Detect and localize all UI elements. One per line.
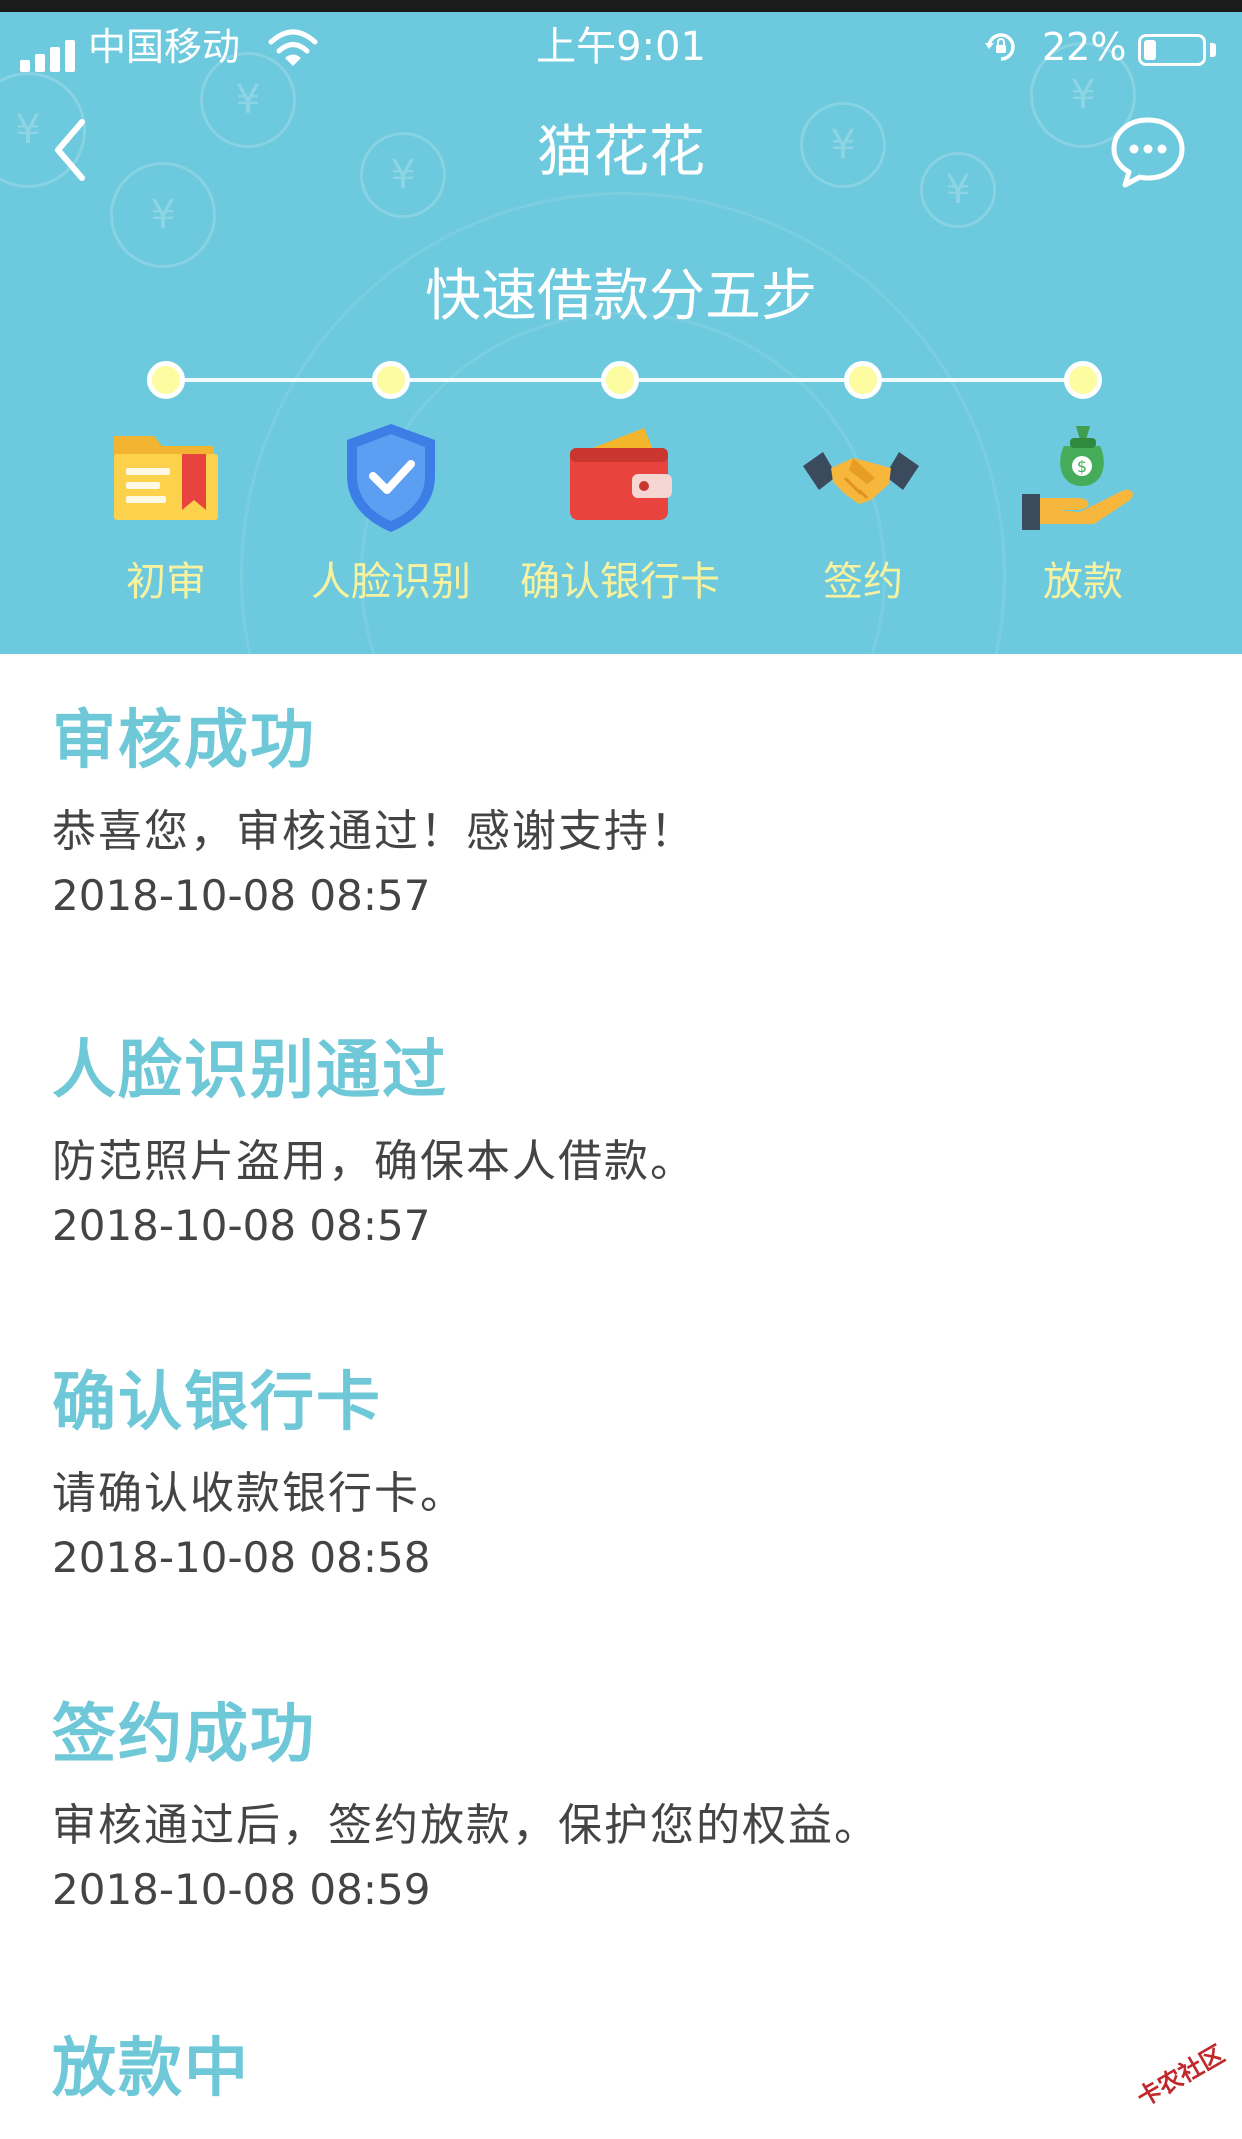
step-label: 签约 — [823, 559, 903, 605]
timeline-item-desc: 防范照片盗用，确保本人借款。 — [52, 1136, 696, 1187]
timeline-item: 审核成功 恭喜您，审核通过！感谢支持！ 2018-10-08 08:57 — [52, 698, 1202, 924]
step-dot-4 — [844, 361, 882, 399]
status-bar: 中国移动 上午9:01 22% — [0, 12, 1242, 82]
page-title: 猫花花 — [537, 120, 705, 185]
step-label: 初审 — [126, 559, 206, 605]
shield-check-icon — [347, 424, 435, 532]
timeline-item-title: 确认银行卡 — [52, 1366, 382, 1440]
step-label: 人脸识别 — [311, 559, 471, 605]
folder-icon — [114, 436, 218, 520]
step-dot-3 — [601, 361, 639, 399]
rotation-lock-icon — [985, 33, 1015, 61]
battery-percent: 22% — [1042, 25, 1127, 69]
money-bag-icon: $ — [1022, 426, 1133, 530]
handshake-icon — [803, 452, 919, 504]
timeline-item-title: 放款中 — [52, 2032, 250, 2106]
timeline-item-time: 2018-10-08 08:59 — [52, 1865, 431, 1914]
chat-bubble-icon — [1111, 117, 1185, 188]
step-label: 确认银行卡 — [520, 559, 720, 605]
step-dot-1 — [147, 361, 185, 399]
timeline-item-time: 2018-10-08 08:58 — [52, 1533, 431, 1582]
timeline-item-time: 2018-10-08 08:57 — [52, 1201, 431, 1250]
timeline-item-title: 签约成功 — [52, 1698, 316, 1772]
timeline-item: 放款中 — [52, 2026, 1202, 2112]
message-button[interactable] — [1108, 112, 1188, 192]
top-bezel — [0, 0, 1242, 12]
battery-icon — [1138, 34, 1206, 66]
timeline-item: 人脸识别通过 防范照片盗用，确保本人借款。 2018-10-08 08:57 — [52, 1028, 1202, 1254]
svg-text:$: $ — [1077, 457, 1087, 476]
step-dot-5 — [1064, 361, 1102, 399]
steps-title: 快速借款分五步 — [425, 264, 817, 329]
timeline-item-time: 2018-10-08 08:57 — [52, 871, 431, 920]
battery-level — [1144, 40, 1156, 60]
timeline-item-title: 审核成功 — [52, 704, 316, 778]
timeline-item-desc: 请确认收款银行卡。 — [52, 1468, 466, 1519]
timeline-item-desc: 恭喜您，审核通过！感谢支持！ — [52, 806, 696, 857]
wallet-icon — [570, 428, 672, 520]
step-label: 放款 — [1043, 559, 1123, 605]
battery-cap — [1210, 43, 1216, 57]
timeline-item: 签约成功 审核通过后，签约放款，保护您的权益。 2018-10-08 08:59 — [52, 1692, 1202, 1918]
step-dot-2 — [372, 361, 410, 399]
timeline-item-title: 人脸识别通过 — [52, 1034, 448, 1108]
timeline-item: 确认银行卡 请确认收款银行卡。 2018-10-08 08:58 — [52, 1360, 1202, 1586]
timeline-item-desc: 审核通过后，签约放款，保护您的权益。 — [52, 1800, 880, 1851]
